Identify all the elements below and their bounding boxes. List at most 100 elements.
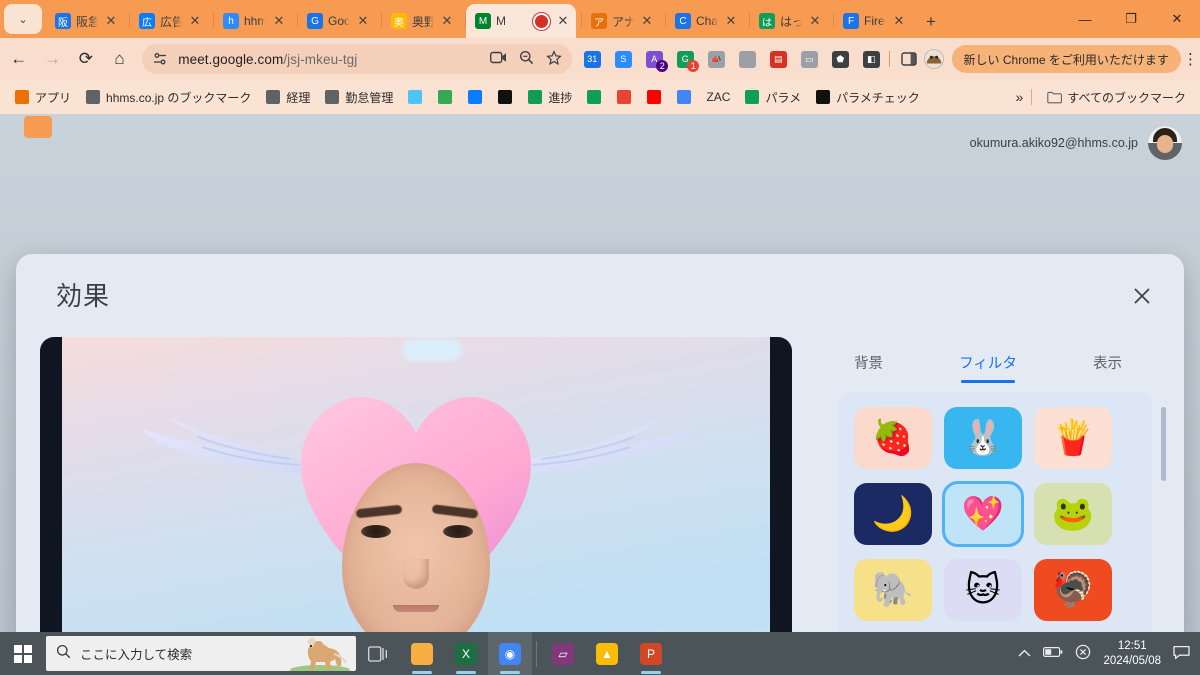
effects-tab-背景[interactable]: 背景 xyxy=(854,352,883,383)
bookmark-item[interactable] xyxy=(491,86,519,108)
tab-search-button[interactable]: ⌄ xyxy=(4,4,42,34)
browser-tab[interactable]: 阪阪急 ✕ xyxy=(46,4,124,38)
address-bar[interactable]: meet.google.com/jsj-mkeu-tgj xyxy=(142,44,573,74)
dialog-scrollbar-thumb[interactable] xyxy=(1161,407,1166,481)
tab-close-button[interactable]: ✕ xyxy=(723,13,739,29)
badge-ext-icon[interactable]: A2 xyxy=(644,49,669,72)
effect-strawberry[interactable]: 🍓 xyxy=(854,407,932,469)
file-explorer-icon[interactable] xyxy=(400,632,444,675)
puzzle-ext-icon[interactable]: ⬟ xyxy=(830,49,850,69)
minimize-button[interactable]: — xyxy=(1062,0,1108,38)
battery-icon[interactable] xyxy=(1043,646,1063,661)
bookmark-item[interactable]: パラメ xyxy=(738,86,807,109)
browser-tab[interactable]: 広広告ミ ✕ xyxy=(130,4,208,38)
effect-bunny[interactable]: 🐰 xyxy=(944,407,1022,469)
browser-tab[interactable]: アアナリ ✕ xyxy=(582,4,660,38)
tab-close-button[interactable]: ✕ xyxy=(355,13,371,29)
colorpick-ext-icon[interactable]: ▤ xyxy=(768,49,788,69)
clock[interactable]: 12:51 2024/05/08 xyxy=(1103,639,1161,669)
start-button[interactable] xyxy=(0,632,46,675)
maximize-button[interactable]: ❐ xyxy=(1108,0,1154,38)
tab-close-button[interactable]: ✕ xyxy=(439,13,455,29)
browser-tab[interactable]: C Chat ✕ xyxy=(666,4,744,38)
running-indicator xyxy=(641,671,661,674)
maps-icon xyxy=(616,89,632,105)
megaphone-ext-icon[interactable]: 📣 xyxy=(706,49,726,69)
close-dialog-button[interactable] xyxy=(1122,276,1162,316)
tab-close-button[interactable]: ✕ xyxy=(187,13,203,29)
browser-tab[interactable]: G Goog ✕ xyxy=(298,4,376,38)
bookmark-item[interactable]: パラメチェック xyxy=(809,86,926,109)
google-drive-icon[interactable]: ▲ xyxy=(585,632,629,675)
avatar[interactable] xyxy=(1148,126,1182,160)
browser-tab[interactable]: hhhms ✕ xyxy=(214,4,292,38)
effect-cat-face[interactable]: 🐱 xyxy=(944,559,1022,621)
bookmark-item[interactable]: 進捗 xyxy=(521,86,578,109)
bookmark-item[interactable]: ZAC xyxy=(700,87,736,107)
browser-tab[interactable]: F FireSh ✕ xyxy=(834,4,912,38)
effect-fries[interactable]: 🍟 xyxy=(1034,407,1112,469)
code-ext-icon[interactable] xyxy=(737,49,757,69)
notification-icon[interactable] xyxy=(1173,645,1190,663)
chrome-menu-button[interactable]: ⋮ xyxy=(1181,50,1200,68)
home-button[interactable]: ⌂ xyxy=(105,42,135,76)
tab-close-button[interactable]: ✕ xyxy=(271,13,287,29)
tab-close-button[interactable]: ✕ xyxy=(639,13,655,29)
bookmark-item[interactable] xyxy=(401,86,429,108)
turkey-icon: 🦃 xyxy=(1051,571,1095,609)
profile-avatar[interactable] xyxy=(923,49,944,69)
effect-sleeping-bear[interactable]: 🌙 xyxy=(854,483,932,545)
search-input[interactable]: ここに入力して検索 xyxy=(46,636,356,671)
effect-elephant[interactable]: 🐘 xyxy=(854,559,932,621)
back-button[interactable]: ← xyxy=(4,42,34,76)
bookmark-item[interactable] xyxy=(640,86,668,108)
close-window-button[interactable]: ✕ xyxy=(1154,0,1200,38)
search-zoom-icon[interactable] xyxy=(519,50,534,68)
sidepanel-icon[interactable]: ◧ xyxy=(861,49,881,69)
tab-close-button[interactable]: ✕ xyxy=(103,13,119,29)
chrome-update-pill[interactable]: 新しい Chrome をご利用いただけます xyxy=(951,45,1181,73)
calendar-ext-icon[interactable]: 31 xyxy=(582,49,602,69)
excel-icon[interactable]: X xyxy=(444,632,488,675)
sync-error-icon[interactable] xyxy=(1075,644,1091,663)
tray-chevron-icon[interactable] xyxy=(1018,647,1031,661)
bookmark-item[interactable]: 勤怠管理 xyxy=(318,86,399,109)
powerpoint-icon[interactable]: P xyxy=(629,632,673,675)
effect-frog[interactable]: 🐸 xyxy=(1034,483,1112,545)
browser-tab[interactable]: M M ✕ xyxy=(466,4,576,38)
bookmark-item[interactable] xyxy=(610,86,638,108)
browser-tab[interactable]: ははっと ✕ xyxy=(750,4,828,38)
chrome-icon[interactable]: ◉ xyxy=(488,632,532,675)
reload-button[interactable]: ⟳ xyxy=(71,42,101,76)
sidepanel-icon[interactable] xyxy=(900,49,917,69)
effects-tab-フィルタ[interactable]: フィルタ xyxy=(959,352,1017,383)
bookmark-item[interactable] xyxy=(670,86,698,108)
onenote-icon[interactable]: ▱ xyxy=(541,632,585,675)
tab-close-button[interactable]: ✕ xyxy=(891,13,907,29)
fireshot-ext-icon[interactable]: S xyxy=(613,49,633,69)
browser-tab[interactable]: 奥奥野ヌ ✕ xyxy=(382,4,460,38)
bookmark-label: ZAC xyxy=(706,90,731,104)
cast-icon[interactable] xyxy=(490,51,507,68)
effect-winged-heart-rainbow[interactable]: 💖 xyxy=(942,481,1024,547)
bookmark-item[interactable] xyxy=(580,86,608,108)
tab-close-button[interactable]: ✕ xyxy=(807,13,823,29)
google-drive-icon-glyph: ▲ xyxy=(596,642,618,665)
bookmark-star-icon[interactable] xyxy=(546,49,563,69)
effects-tab-表示[interactable]: 表示 xyxy=(1093,352,1122,383)
bookmarks-overflow-button[interactable]: » xyxy=(1016,89,1024,105)
effect-turkey[interactable]: 🦃 xyxy=(1034,559,1112,621)
bookmark-item[interactable]: 経理 xyxy=(259,86,316,109)
green-ext-icon[interactable]: G1 xyxy=(675,49,700,72)
screen-ext-icon[interactable]: ▭ xyxy=(799,49,819,69)
tab-close-button[interactable]: ✕ xyxy=(555,13,571,29)
bookmark-item[interactable]: hhms.co.jp のブックマーク xyxy=(79,86,257,109)
bookmark-item[interactable]: アプリ xyxy=(8,86,77,109)
new-tab-button[interactable]: + xyxy=(918,9,944,35)
bookmark-item[interactable] xyxy=(461,86,489,108)
site-settings-icon[interactable] xyxy=(152,51,168,67)
task-view-button[interactable] xyxy=(356,632,400,675)
all-bookmarks-button[interactable]: すべてのブックマーク xyxy=(1040,86,1192,109)
forward-button[interactable]: → xyxy=(38,42,68,76)
bookmark-item[interactable] xyxy=(431,86,459,108)
